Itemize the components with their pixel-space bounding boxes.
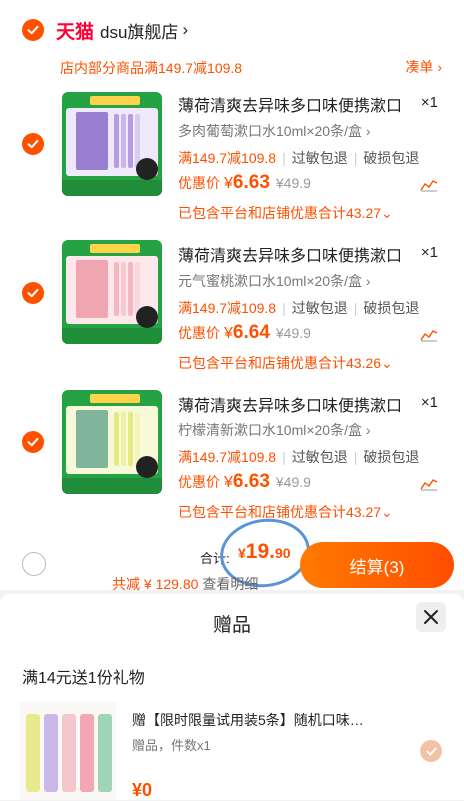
close-icon [424, 610, 438, 624]
promo-sticker [90, 244, 140, 253]
product-box [76, 260, 108, 318]
price-label: 优惠价 [178, 474, 220, 490]
item-price: 优惠价 ¥ 6.63 ¥49.9 [178, 471, 311, 493]
select-all-checkbox[interactable] [22, 552, 46, 576]
product-thumbnail[interactable] [62, 92, 162, 196]
item-quantity[interactable]: ×1 [421, 244, 438, 261]
damage-return-tag: 破损包退 [363, 449, 420, 465]
gift-name: 赠【限时限量试用装5条】随机口味… [132, 712, 364, 728]
check-icon [27, 25, 39, 35]
price-value: 6.64 [232, 322, 270, 343]
discount-summary[interactable]: 已包含平台和店铺优惠合计43.27⌄ [178, 203, 393, 223]
original-price: ¥49.9 [275, 474, 311, 490]
allergy-return-tag: 过敏包退 [291, 449, 348, 465]
promo-tag: 满149.7减109.8 [178, 449, 277, 465]
savings-amount: 共减 ¥ 129.80 [112, 576, 199, 592]
item-checkbox[interactable] [22, 431, 44, 453]
guarantee-banner [62, 478, 162, 494]
currency-symbol: ¥ [224, 325, 233, 342]
product-box [76, 112, 108, 170]
check-icon [27, 288, 39, 298]
sheet-title: 赠品 [212, 615, 251, 636]
price-label: 优惠价 [178, 325, 220, 341]
check-icon [27, 139, 39, 149]
collect-order-link[interactable]: 凑单 › [405, 57, 442, 77]
item-variant[interactable]: 柠檬清新漱口水10ml×20条/盒 › [178, 420, 371, 440]
gift-price: ¥0 [132, 780, 153, 800]
original-price: ¥49.9 [275, 175, 311, 191]
savings-summary: 共减 ¥ 129.80 查看明细 [112, 574, 258, 594]
item-title[interactable]: 薄荷清爽去异味多口味便携漱口 [178, 392, 402, 416]
price-value: 6.63 [232, 172, 270, 193]
item-quantity[interactable]: ×1 [421, 394, 438, 411]
currency-symbol: ¥ [224, 474, 233, 491]
store-promo: 店内部分商品满149.7减109.8 [60, 60, 243, 76]
promo-tag: 满149.7减109.8 [178, 150, 277, 166]
item-checkbox[interactable] [22, 282, 44, 304]
tmall-cat-icon [136, 456, 158, 478]
item-title[interactable]: 薄荷清爽去异味多口味便携漱口 [178, 242, 402, 266]
damage-return-tag: 破损包退 [363, 300, 420, 316]
product-sticks [114, 114, 142, 168]
item-quantity[interactable]: ×1 [421, 94, 438, 111]
promo-tag: 满149.7减109.8 [178, 300, 277, 316]
store-header[interactable]: 天猫 dsu旗舰店 › [22, 16, 188, 44]
check-icon [425, 747, 437, 755]
discount-summary[interactable]: 已包含平台和店铺优惠合计43.27⌄ [178, 502, 393, 522]
store-name[interactable]: dsu旗舰店 [100, 18, 178, 43]
gift-threshold: 满14元送1份礼物 [22, 670, 145, 687]
damage-return-tag: 破损包退 [363, 150, 420, 166]
original-price: ¥49.9 [275, 325, 311, 341]
guarantee-banner [62, 180, 162, 196]
discount-summary[interactable]: 已包含平台和店铺优惠合计43.26⌄ [178, 353, 393, 373]
promo-sticker [90, 394, 140, 403]
item-variant[interactable]: 多肉葡萄漱口水10ml×20条/盒 › [178, 121, 371, 141]
check-icon [27, 437, 39, 447]
allergy-return-tag: 过敏包退 [291, 300, 348, 316]
product-sticks [114, 412, 142, 466]
tmall-logo: 天猫 [56, 21, 95, 43]
item-tags: 满149.7减109.8 | 过敏包退 | 破损包退 [178, 150, 420, 166]
item-checkbox[interactable] [22, 133, 44, 155]
gift-description: 赠品，件数x1 [132, 738, 211, 753]
tmall-cat-icon [136, 158, 158, 180]
gift-thumbnail [20, 702, 116, 800]
item-price: 优惠价 ¥ 6.64 ¥49.9 [178, 322, 311, 344]
store-checkbox[interactable] [22, 19, 44, 41]
product-box [76, 410, 108, 468]
gift-checkbox [420, 740, 442, 762]
product-thumbnail[interactable] [62, 390, 162, 494]
guarantee-banner [62, 328, 162, 344]
price-trend-icon[interactable] [420, 328, 438, 342]
price-label: 优惠价 [178, 175, 220, 191]
store-chevron-icon[interactable]: › [182, 20, 188, 40]
product-thumbnail[interactable] [62, 240, 162, 344]
item-tags: 满149.7减109.8 | 过敏包退 | 破损包退 [178, 300, 420, 316]
gift-sheet: 赠品 满14元送1份礼物 赠【限时限量试用装5条】随机口味… 赠品，件数x1 ¥… [0, 594, 464, 800]
promo-sticker [90, 96, 140, 105]
item-tags: 满149.7减109.8 | 过敏包退 | 破损包退 [178, 449, 420, 465]
price-value: 6.63 [232, 471, 270, 492]
view-details-link[interactable]: 查看明细 [202, 576, 258, 592]
allergy-return-tag: 过敏包退 [291, 150, 348, 166]
cart-card: 天猫 dsu旗舰店 › 店内部分商品满149.7减109.8 凑单 › 薄荷清爽… [0, 0, 464, 593]
close-button[interactable] [416, 602, 446, 632]
item-price: 优惠价 ¥ 6.63 ¥49.9 [178, 172, 311, 194]
tmall-cat-icon [136, 306, 158, 328]
price-trend-icon[interactable] [420, 178, 438, 192]
item-variant[interactable]: 元气蜜桃漱口水10ml×20条/盒 › [178, 271, 371, 291]
checkout-button[interactable]: 结算(3) [300, 542, 454, 588]
currency-symbol: ¥ [224, 175, 233, 192]
product-sticks [114, 262, 142, 316]
price-trend-icon[interactable] [420, 477, 438, 491]
item-title[interactable]: 薄荷清爽去异味多口味便携漱口 [178, 92, 402, 116]
